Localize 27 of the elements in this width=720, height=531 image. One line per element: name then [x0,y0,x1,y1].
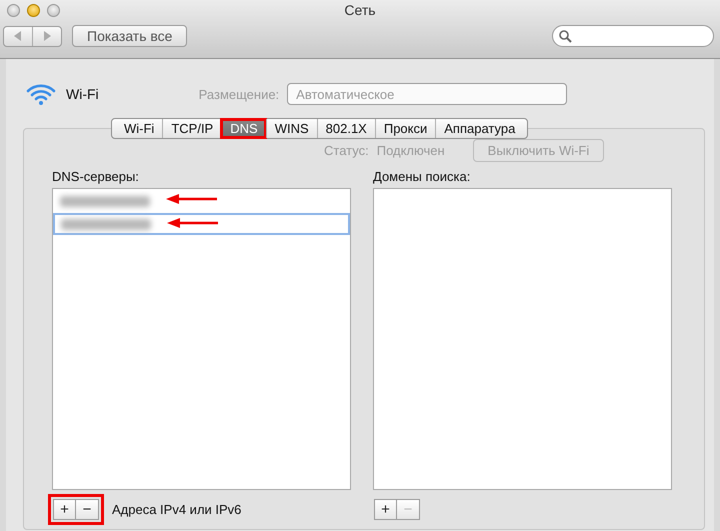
forward-arrow-icon [43,31,51,41]
status-label: Статус: [324,143,369,158]
window-title: Сеть [344,2,376,18]
search-icon [559,30,572,42]
search-domains-label: Домены поиска: [373,169,472,186]
remove-button[interactable]: − [76,499,99,520]
wifi-icon [26,82,56,106]
address-hint: Адреса IPv4 или IPv6 [112,502,242,517]
search-field[interactable] [552,25,714,47]
dns-servers-list[interactable] [52,188,351,490]
add-button[interactable]: + [374,499,397,520]
tab[interactable]: 802.1X [316,119,375,138]
close-window-button[interactable] [7,4,20,17]
back-arrow-icon [14,31,22,41]
tab[interactable]: WINS [266,119,317,138]
tab[interactable]: Wi-Fi [112,119,162,138]
zoom-window-button[interactable] [47,4,60,17]
tab[interactable]: DNS [221,119,266,138]
dns-servers-label: DNS-серверы: [52,169,140,186]
tab[interactable]: Прокси [374,119,436,138]
location-label: Размещение: [198,86,280,102]
minimize-window-button[interactable] [27,4,40,17]
service-name: Wi-Fi [66,86,99,102]
add-button[interactable]: + [53,499,76,520]
status-value: Подключен [376,143,445,158]
show-all-button[interactable]: Показать все [72,25,188,47]
address-input-field[interactable] [53,213,350,235]
